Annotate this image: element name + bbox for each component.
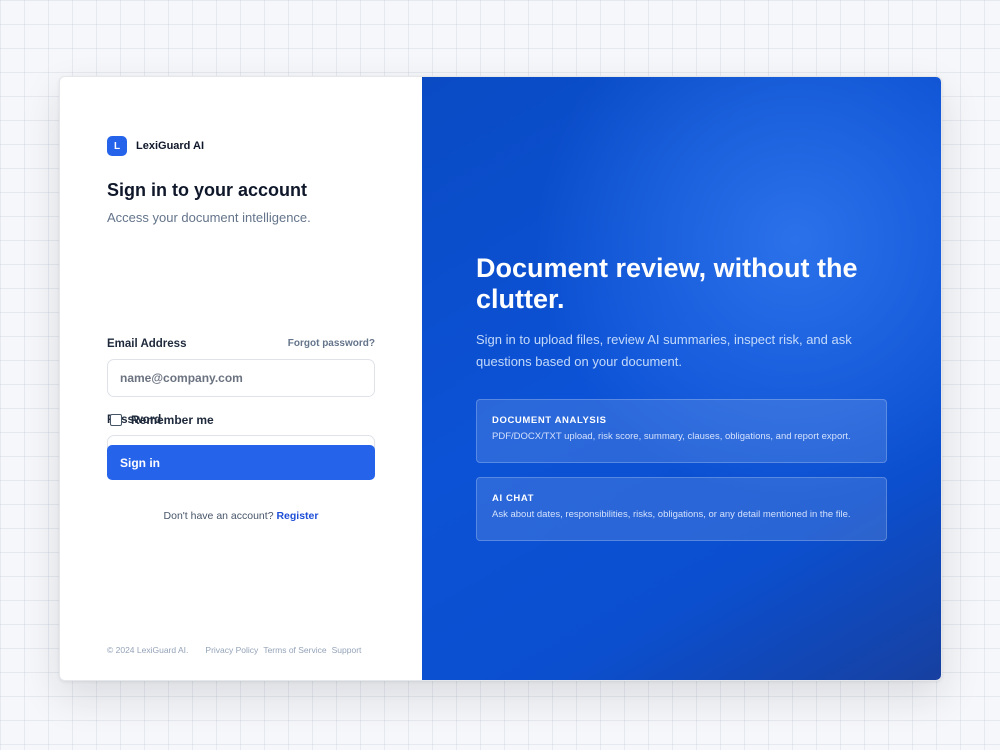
feature-card-ai-chat: AI CHAT Ask about dates, responsibilitie… xyxy=(476,477,887,541)
hero-title: Document review, without the clutter. xyxy=(476,253,858,314)
hero-subtitle: Sign in to upload files, review AI summa… xyxy=(476,332,852,369)
remember-me-checkbox[interactable] xyxy=(110,414,122,426)
auth-card: L LexiGuard AI Sign in to your account A… xyxy=(59,76,942,681)
footer: © 2024 LexiGuard AI. Privacy Policy Term… xyxy=(107,645,375,655)
feature-title: AI CHAT xyxy=(492,493,535,504)
sign-in-button[interactable]: Sign in xyxy=(107,445,375,480)
feature-title: DOCUMENT ANALYSIS xyxy=(492,415,607,426)
brand-logo-icon: L xyxy=(107,136,127,156)
email-label: Email Address xyxy=(107,338,187,350)
remember-me-label: Remember me xyxy=(131,413,214,427)
copyright-text: © 2024 LexiGuard AI. xyxy=(107,645,189,655)
register-link[interactable]: Register xyxy=(276,510,318,522)
brand: L LexiGuard AI xyxy=(107,136,204,156)
signin-panel: L LexiGuard AI Sign in to your account A… xyxy=(60,77,422,680)
no-account-text: Don't have an account? xyxy=(163,510,274,522)
privacy-policy-link[interactable]: Privacy Policy xyxy=(205,645,258,655)
email-field[interactable] xyxy=(107,359,375,397)
page-title: Sign in to your account xyxy=(107,180,308,200)
page-subtitle: Access your document intelligence. xyxy=(107,210,311,225)
hero-panel: Document review, without the clutter. Si… xyxy=(422,77,941,680)
support-link[interactable]: Support xyxy=(332,645,362,655)
forgot-password-link[interactable]: Forgot password? xyxy=(288,338,375,349)
feature-card-document-analysis: DOCUMENT ANALYSIS PDF/DOCX/TXT upload, r… xyxy=(476,399,887,463)
terms-of-service-link[interactable]: Terms of Service xyxy=(263,645,326,655)
feature-description: PDF/DOCX/TXT upload, risk score, summary… xyxy=(492,431,851,442)
register-prompt: Don't have an account? Register xyxy=(107,510,375,522)
remember-me[interactable]: Remember me xyxy=(110,413,214,427)
feature-description: Ask about dates, responsibilities, risks… xyxy=(492,509,851,520)
brand-name: LexiGuard AI xyxy=(136,140,205,152)
